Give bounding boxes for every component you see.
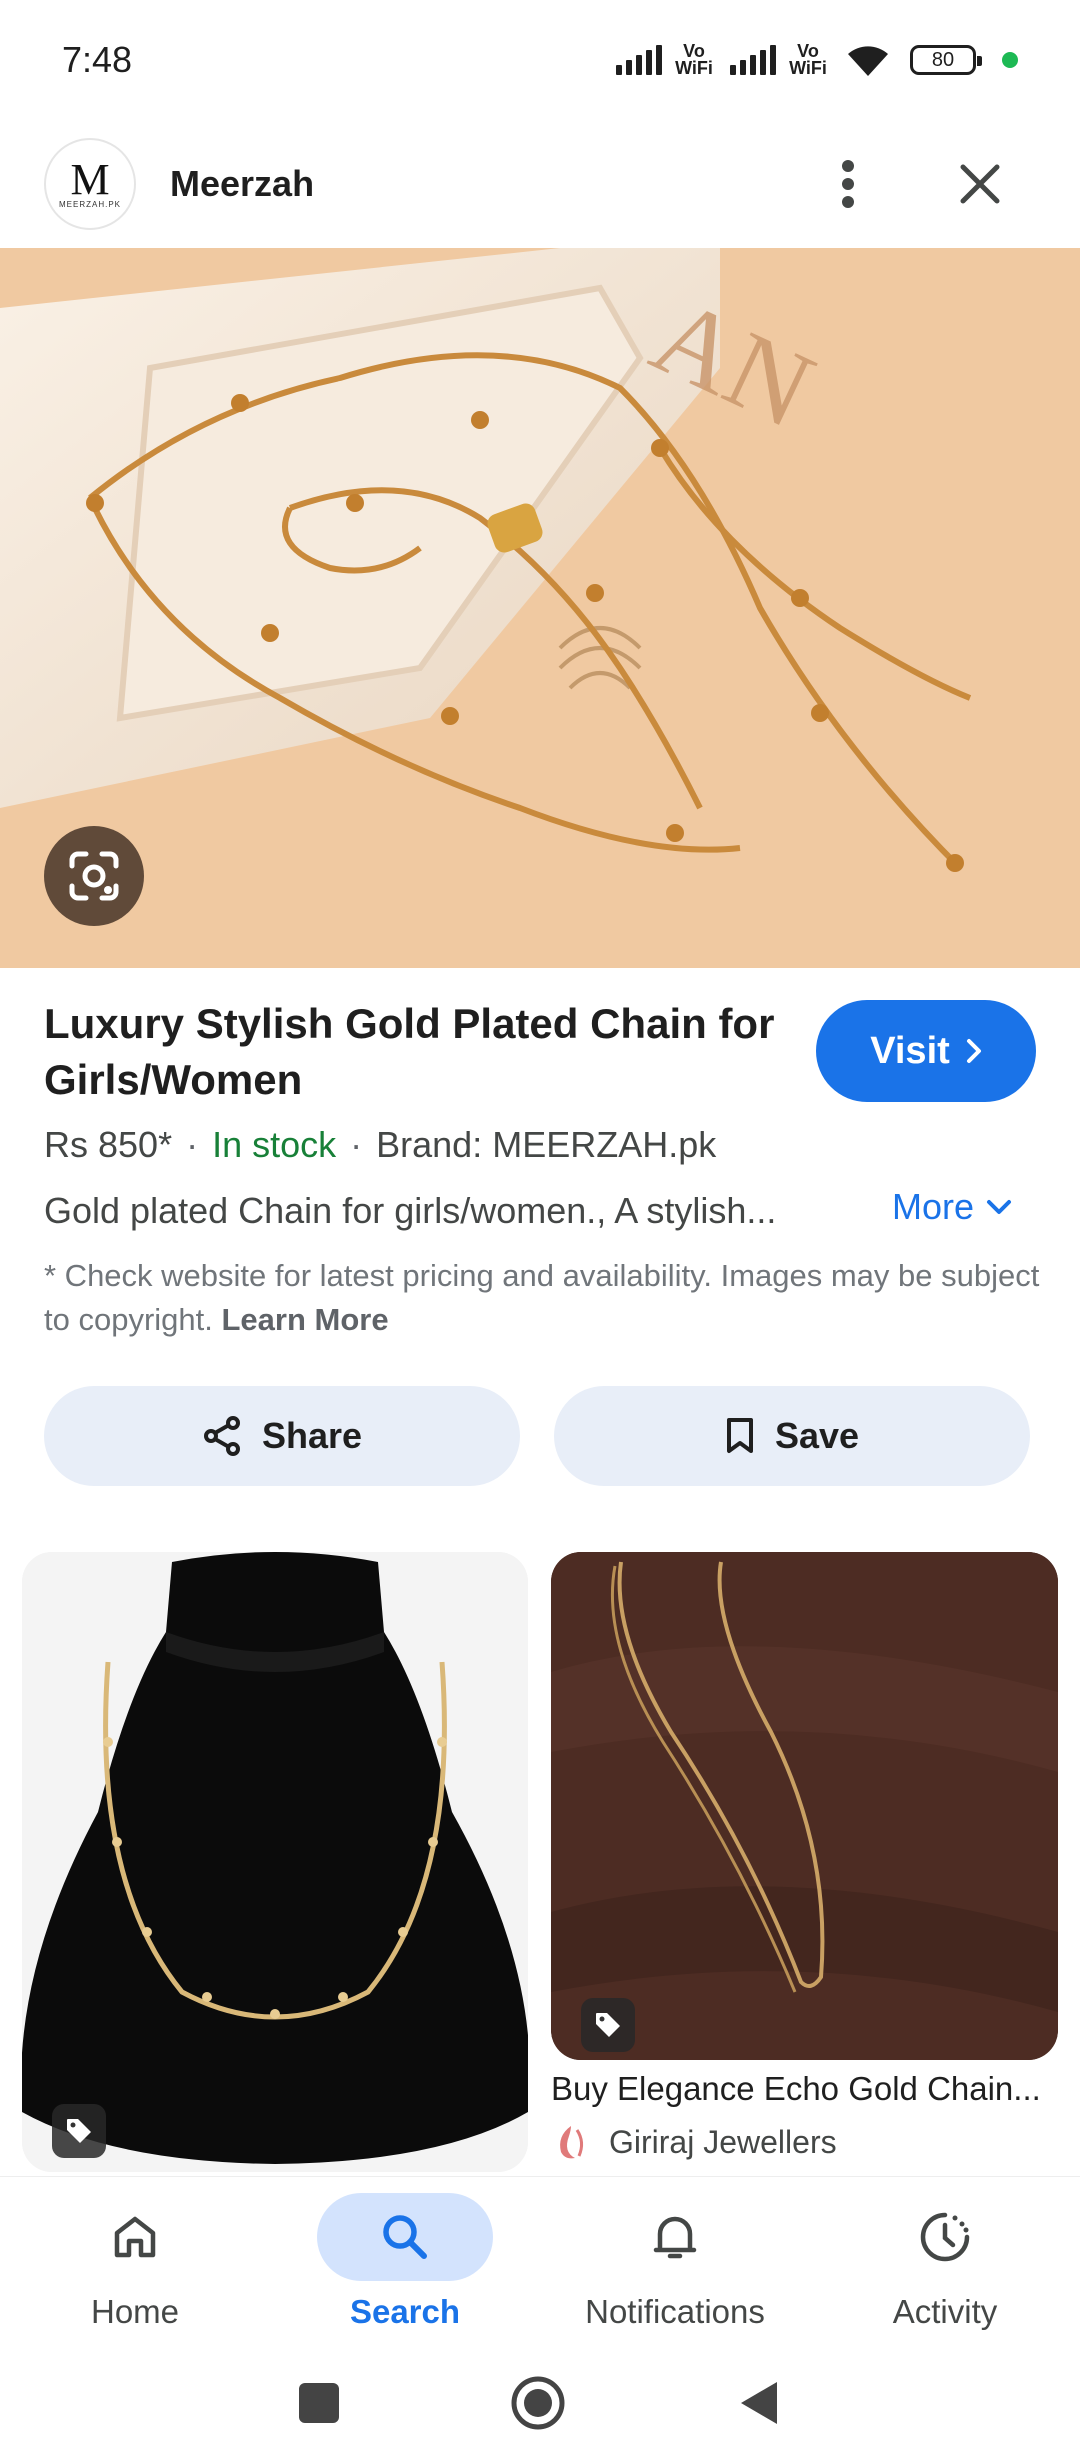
battery-icon: 80: [910, 45, 982, 75]
back-icon[interactable]: [737, 2378, 781, 2428]
status-icons: Vo WiFi Vo WiFi 80: [616, 42, 1018, 78]
more-button[interactable]: More: [892, 1186, 1012, 1228]
disclaimer-text: * Check website for latest pricing and a…: [44, 1258, 1040, 1337]
nav-icon-container: [317, 2193, 493, 2281]
gold-chain-on-fabric-image: [551, 1552, 1058, 2060]
product-meta: Rs 850* · In stock · Brand: MEERZAH.pk: [44, 1124, 716, 1166]
bottom-nav: Home Search Notifications Activity: [0, 2176, 1080, 2346]
more-label: More: [892, 1186, 975, 1227]
nav-search[interactable]: Search: [270, 2177, 540, 2347]
tag-icon: [67, 2119, 91, 2143]
share-button[interactable]: Share: [44, 1386, 520, 1486]
product-description: Gold plated Chain for girls/women., A st…: [44, 1190, 777, 1231]
nav-icon-container: [587, 2193, 763, 2281]
more-options-button[interactable]: [808, 144, 888, 224]
separator-dot: ·: [186, 1124, 199, 1165]
shopping-tag-badge: [581, 1998, 635, 2052]
result-image-2[interactable]: [551, 1552, 1058, 2060]
nav-notifications-label: Notifications: [585, 2293, 765, 2330]
system-nav-bar: [0, 2346, 1080, 2460]
save-button[interactable]: Save: [554, 1386, 1030, 1486]
close-button[interactable]: [940, 144, 1020, 224]
search-icon: [383, 2215, 427, 2259]
product-price: Rs 850*: [44, 1124, 173, 1165]
nav-activity[interactable]: Activity: [810, 2177, 1080, 2347]
shopping-tag-badge: [52, 2104, 106, 2158]
product-title[interactable]: Luxury Stylish Gold Plated Chain for Gir…: [44, 996, 804, 1108]
more-vert-icon: [842, 160, 854, 208]
gold-chain-image: AN: [0, 248, 1080, 968]
nav-home[interactable]: Home: [0, 2177, 270, 2347]
vowifi-label: Vo WiFi: [789, 41, 827, 78]
signal-icon: [616, 45, 662, 75]
separator-dot: ·: [350, 1124, 363, 1165]
activity-icon: [920, 2212, 970, 2262]
header: M MEERZAH.PK Meerzah: [0, 120, 1080, 248]
lens-icon: [69, 851, 119, 901]
home-icon: [114, 2216, 156, 2258]
site-name: Meerzah: [170, 163, 315, 204]
recents-button[interactable]: [299, 2383, 339, 2423]
necklace-on-bust-image: [22, 1552, 528, 2172]
share-label: Share: [261, 1415, 363, 1456]
close-icon: [960, 164, 1000, 204]
privacy-indicator-icon: [1002, 52, 1018, 68]
stock-status: In stock: [212, 1124, 337, 1165]
result-source-name: Giriraj Jewellers: [609, 2123, 837, 2160]
status-time: 7:48: [62, 39, 133, 80]
product-brand: Brand: MEERZAH.pk: [376, 1124, 717, 1165]
tag-icon: [596, 2013, 620, 2037]
nav-search-label: Search: [349, 2293, 461, 2330]
chevron-down-icon: [987, 1200, 1012, 1214]
chevron-right-icon: [966, 1039, 981, 1063]
nav-notifications[interactable]: Notifications: [540, 2177, 810, 2347]
share-icon: [203, 1416, 240, 1456]
bell-icon: [653, 2216, 697, 2259]
site-logo[interactable]: M MEERZAH.PK: [44, 138, 136, 230]
result-image-1[interactable]: [22, 1552, 528, 2172]
product-image[interactable]: AN: [0, 248, 1080, 968]
nav-icon-container: [47, 2193, 223, 2281]
logo-mark: M: [70, 154, 110, 204]
nav-home-label: Home: [90, 2293, 180, 2330]
learn-more-link[interactable]: Learn More: [222, 1302, 389, 1337]
wifi-icon: [848, 46, 888, 76]
nav-activity-label: Activity: [892, 2293, 998, 2330]
disclaimer: * Check website for latest pricing and a…: [44, 1254, 1044, 1342]
nav-icon-container: [857, 2193, 1033, 2281]
source-favicon-icon: [560, 2126, 584, 2159]
vowifi-label: Vo WiFi: [675, 41, 713, 78]
google-lens-button[interactable]: [44, 826, 144, 926]
logo-subtext: MEERZAH.PK: [58, 199, 121, 209]
visit-label: Visit: [870, 1029, 950, 1072]
result-source[interactable]: Giriraj Jewellers: [551, 2122, 837, 2162]
status-bar: 7:48 Vo WiFi Vo WiFi 80: [0, 0, 1080, 120]
home-circle-icon[interactable]: [509, 2374, 567, 2432]
result-title[interactable]: Buy Elegance Echo Gold Chain...: [551, 2070, 1061, 2108]
save-label: Save: [774, 1415, 860, 1456]
visit-button[interactable]: Visit: [816, 1000, 1036, 1102]
battery-level: 80: [931, 48, 955, 71]
bookmark-icon: [726, 1418, 753, 1453]
signal-icon: [730, 45, 776, 75]
